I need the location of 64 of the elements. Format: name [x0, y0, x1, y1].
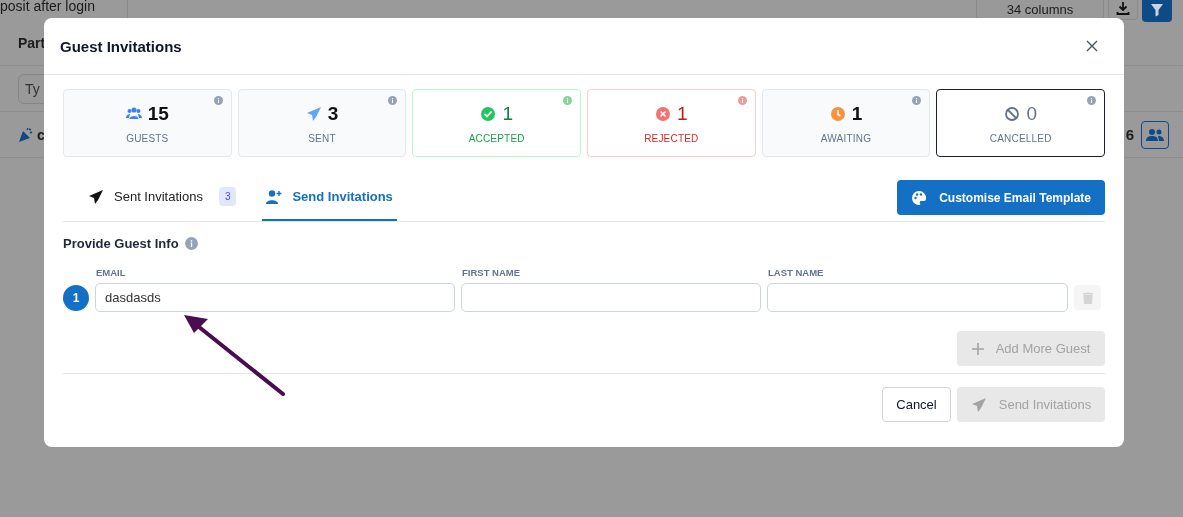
stat-value: 0 — [1026, 102, 1037, 125]
paper-plane-icon — [305, 105, 322, 122]
column-header: Part — [18, 34, 46, 51]
download-icon — [1116, 1, 1130, 15]
info-icon — [213, 96, 223, 105]
column-label: LAST NAME — [767, 267, 825, 278]
cancel-button[interactable]: Cancel — [882, 387, 951, 422]
stat-value: 3 — [327, 102, 339, 125]
party-popper-icon — [18, 126, 34, 143]
info-icon — [563, 96, 572, 105]
stat-value: 15 — [147, 102, 169, 125]
filter-icon — [1150, 2, 1164, 17]
people-icon — [125, 105, 142, 122]
stat-label: SENT — [308, 132, 336, 144]
paper-plane-icon — [970, 396, 987, 413]
columns-button[interactable]: 34 columns — [976, 0, 1104, 20]
stat-label: AWAITING — [820, 132, 872, 144]
stat-value: 1 — [677, 102, 688, 125]
stat-label: ACCEPTED — [468, 132, 525, 144]
tab[interactable]: Send Invitations — [262, 174, 397, 221]
tab[interactable]: Sent Invitations 3 — [84, 174, 241, 221]
info-icon — [737, 96, 747, 105]
info-icon — [184, 237, 198, 250]
stat-card[interactable]: 3 SENT — [237, 89, 407, 157]
paper-plane-icon — [88, 188, 104, 205]
row-number: 1 — [63, 284, 89, 311]
guests-button[interactable] — [1141, 120, 1169, 149]
dialog-title: Guest Invitations — [60, 37, 182, 55]
add-user-icon — [266, 188, 283, 205]
email-field[interactable]: dasdasds — [95, 283, 455, 312]
stat-card[interactable]: 1 REJECTED — [587, 89, 756, 157]
close-icon — [1086, 40, 1098, 52]
info-icon — [912, 96, 922, 105]
stat-label: CANCELLED — [989, 132, 1052, 144]
download-button[interactable] — [1108, 0, 1138, 20]
stat-label: REJECTED — [644, 132, 699, 144]
trash-icon — [1082, 291, 1093, 304]
column-label: FIRST NAME — [461, 267, 522, 278]
stat-card[interactable]: 0 CANCELLED — [936, 89, 1105, 157]
count-badge: 3 — [218, 187, 237, 206]
stat-card[interactable]: 1 AWAITING — [761, 89, 931, 157]
check-circle-icon — [480, 105, 497, 122]
first-name-field[interactable] — [461, 283, 761, 312]
people-icon — [1146, 127, 1164, 142]
customise-template-button[interactable]: Customise Email Template — [897, 180, 1105, 215]
filter-button[interactable] — [1142, 0, 1172, 22]
ban-icon — [1004, 105, 1021, 122]
section-title: Provide Guest Info — [63, 236, 179, 251]
row-count: 6 — [1125, 126, 1134, 143]
info-icon — [388, 96, 398, 105]
info-icon — [1087, 96, 1096, 105]
x-circle-icon — [655, 105, 672, 122]
stat-label: GUESTS — [126, 132, 169, 144]
stat-value: 1 — [502, 102, 513, 125]
stat-card[interactable]: 15 GUESTS — [63, 89, 232, 157]
stat-value: 1 — [851, 102, 863, 125]
stat-card[interactable]: 1 ACCEPTED — [412, 89, 581, 157]
last-name-field[interactable] — [767, 283, 1068, 312]
palette-icon — [911, 189, 928, 206]
close-button[interactable] — [1084, 38, 1100, 54]
column-label: EMAIL — [95, 267, 127, 278]
clock-icon — [829, 105, 846, 122]
row-text: c — [37, 126, 45, 143]
plus-icon — [971, 342, 984, 355]
